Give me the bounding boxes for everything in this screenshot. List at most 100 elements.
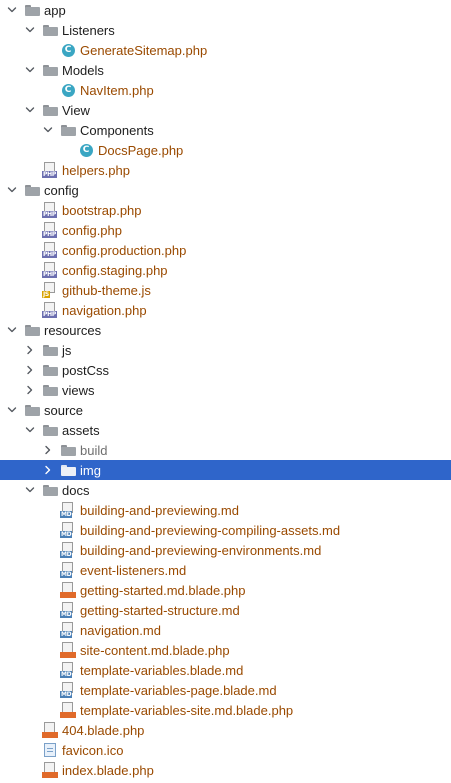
tree-folder-listeners[interactable]: Listeners [0, 20, 451, 40]
chevron-right-icon[interactable] [40, 462, 56, 478]
markdown-file-icon: MD [60, 522, 76, 538]
chevron-down-icon[interactable] [4, 2, 20, 18]
tree-item-label: building-and-previewing.md [80, 502, 239, 518]
tree-item-label: getting-started-structure.md [80, 602, 240, 618]
tree-folder-view[interactable]: View [0, 100, 451, 120]
tree-file-config-staging-php[interactable]: PHP config.staging.php [0, 260, 451, 280]
blade-file-icon [42, 722, 58, 738]
tree-item-label: views [62, 382, 95, 398]
tree-file-getting-started-structure-md[interactable]: MD getting-started-structure.md [0, 600, 451, 620]
tree-item-label: DocsPage.php [98, 142, 184, 158]
tree-file-index-blade-php[interactable]: index.blade.php [0, 760, 451, 780]
tree-file-navitem-php[interactable]: C NavItem.php [0, 80, 451, 100]
tree-folder-js[interactable]: js [0, 340, 451, 360]
tree-folder-img[interactable]: img [0, 460, 451, 480]
tree-file-template-variables-page-blade-md[interactable]: MD template-variables-page.blade.md [0, 680, 451, 700]
chevron-down-icon[interactable] [4, 402, 20, 418]
tree-file-404-blade-php[interactable]: 404.blade.php [0, 720, 451, 740]
tree-file-favicon-ico[interactable]: favicon.ico [0, 740, 451, 760]
chevron-right-icon[interactable] [22, 362, 38, 378]
php-file-icon: PHP [42, 202, 58, 218]
chevron-right-icon[interactable] [22, 342, 38, 358]
tree-file-building-and-previewing-compiling-assets-md[interactable]: MD building-and-previewing-compiling-asse… [0, 520, 451, 540]
tree-file-site-content-md-blade-php[interactable]: site-content.md.blade.php [0, 640, 451, 660]
tree-folder-components[interactable]: Components [0, 120, 451, 140]
tree-file-docspage-php[interactable]: C DocsPage.php [0, 140, 451, 160]
tree-folder-source[interactable]: source [0, 400, 451, 420]
tree-item-label: config [44, 182, 79, 198]
tree-file-building-and-previewing-md[interactable]: MD building-and-previewing.md [0, 500, 451, 520]
folder-icon [24, 322, 40, 338]
tree-folder-assets[interactable]: assets [0, 420, 451, 440]
tree-item-label: config.production.php [62, 242, 187, 258]
tree-file-template-variables-blade-md[interactable]: MD template-variables.blade.md [0, 660, 451, 680]
tree-folder-config[interactable]: config [0, 180, 451, 200]
tree-file-generatesitemap-php[interactable]: C GenerateSitemap.php [0, 40, 451, 60]
tree-item-label: Listeners [62, 22, 115, 38]
tree-file-event-listeners-md[interactable]: MD event-listeners.md [0, 560, 451, 580]
tree-item-label: app [44, 2, 66, 18]
tree-file-navigation-php[interactable]: PHP navigation.php [0, 300, 451, 320]
tree-item-label: NavItem.php [80, 82, 154, 98]
chevron-down-icon[interactable] [22, 422, 38, 438]
tree-item-label: postCss [62, 362, 109, 378]
blade-file-icon [60, 582, 76, 598]
tree-file-navigation-md[interactable]: MD navigation.md [0, 620, 451, 640]
php-class-icon: C [60, 42, 76, 58]
php-class-icon: C [60, 82, 76, 98]
tree-item-label: config.staging.php [62, 262, 168, 278]
tree-folder-models[interactable]: Models [0, 60, 451, 80]
chevron-down-icon[interactable] [22, 62, 38, 78]
tree-file-config-production-php[interactable]: PHP config.production.php [0, 240, 451, 260]
chevron-right-icon[interactable] [40, 442, 56, 458]
folder-icon [60, 122, 76, 138]
chevron-down-icon[interactable] [4, 322, 20, 338]
tree-file-template-variables-site-md-blade-php[interactable]: template-variables-site.md.blade.php [0, 700, 451, 720]
tree-item-label: building-and-previewing-environments.md [80, 542, 322, 558]
tree-item-label: js [62, 342, 72, 358]
chevron-down-icon[interactable] [4, 182, 20, 198]
folder-icon [42, 22, 58, 38]
tree-folder-build[interactable]: build [0, 440, 451, 460]
tree-folder-resources[interactable]: resources [0, 320, 451, 340]
tree-item-label: resources [44, 322, 102, 338]
chevron-down-icon[interactable] [22, 22, 38, 38]
tree-item-label: event-listeners.md [80, 562, 187, 578]
folder-icon [42, 362, 58, 378]
tree-folder-app[interactable]: app [0, 0, 451, 20]
tree-file-helpers-php[interactable]: PHP helpers.php [0, 160, 451, 180]
js-file-icon: JS [42, 282, 58, 298]
tree-item-label: helpers.php [62, 162, 130, 178]
tree-item-label: navigation.php [62, 302, 147, 318]
tree-file-getting-started-md-blade-php[interactable]: getting-started.md.blade.php [0, 580, 451, 600]
tree-file-bootstrap-php[interactable]: PHP bootstrap.php [0, 200, 451, 220]
tree-item-label: template-variables-site.md.blade.php [80, 702, 294, 718]
php-file-icon: PHP [42, 162, 58, 178]
tree-folder-views[interactable]: views [0, 380, 451, 400]
folder-icon [42, 62, 58, 78]
markdown-file-icon: MD [60, 682, 76, 698]
tree-file-building-and-previewing-environments-md[interactable]: MD building-and-previewing-environments.m… [0, 540, 451, 560]
folder-icon [42, 342, 58, 358]
folder-icon [42, 422, 58, 438]
folder-icon [42, 482, 58, 498]
markdown-file-icon: MD [60, 562, 76, 578]
markdown-file-icon: MD [60, 542, 76, 558]
chevron-right-icon[interactable] [22, 382, 38, 398]
chevron-down-icon[interactable] [22, 102, 38, 118]
php-file-icon: PHP [42, 222, 58, 238]
tree-item-label: source [44, 402, 84, 418]
tree-folder-docs[interactable]: docs [0, 480, 451, 500]
folder-icon [42, 382, 58, 398]
project-file-tree: app Listeners C GenerateSitemap.php Models C N… [0, 0, 451, 783]
chevron-down-icon[interactable] [22, 482, 38, 498]
tree-file-github-theme-js[interactable]: JS github-theme.js [0, 280, 451, 300]
tree-file-config-php[interactable]: PHP config.php [0, 220, 451, 240]
folder-icon [60, 462, 76, 478]
chevron-down-icon[interactable] [40, 122, 56, 138]
markdown-file-icon: MD [60, 662, 76, 678]
folder-icon [24, 2, 40, 18]
tree-item-label: assets [62, 422, 100, 438]
folder-icon [42, 102, 58, 118]
tree-folder-postcss[interactable]: postCss [0, 360, 451, 380]
